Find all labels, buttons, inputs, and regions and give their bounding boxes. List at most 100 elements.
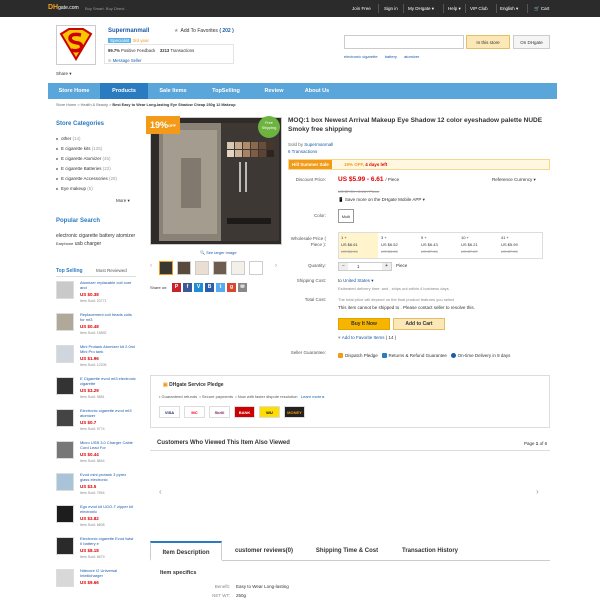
help-menu[interactable]: Help ▾	[448, 6, 461, 12]
tab-shipping-time[interactable]: Shipping Time & Cost	[306, 541, 388, 561]
reference-currency-select[interactable]: Reference Currency ▾	[492, 177, 536, 183]
popular-tag[interactable]: atomizer	[116, 233, 135, 239]
category-item[interactable]: E cigarette Accessories (29)	[56, 176, 117, 181]
popular-tag[interactable]: battery	[99, 233, 114, 239]
store-search-input[interactable]	[344, 35, 464, 49]
top-selling-item[interactable]: Evod mini protank 3 pyrex glass electron…	[56, 472, 136, 496]
color-option[interactable]: Multi	[338, 209, 354, 223]
top-selling-name[interactable]: E Cigarette evod mt3 electronic cigarett…	[80, 376, 136, 386]
category-item[interactable]: Eye makeup (5)	[56, 186, 93, 191]
top-selling-name[interactable]: Atomizer replacable coil core and	[80, 280, 136, 290]
top-selling-name[interactable]: Nitecore I2 Universal Intellicharger	[80, 568, 136, 578]
share-menu[interactable]: Share ▾	[56, 71, 72, 77]
add-store-favorite[interactable]: ★ Add To Favorites ( 202 )	[174, 28, 234, 34]
tab-transaction-history[interactable]: Transaction History	[390, 541, 470, 561]
search-in-store-button[interactable]: In this store	[466, 35, 510, 49]
category-item[interactable]: other (14)	[56, 136, 81, 141]
top-selling-item[interactable]: Electronic cigarette Evod twist II batte…	[56, 536, 136, 560]
top-selling-name[interactable]: Ego evod kit UGO-T zipper kit electronic	[80, 504, 136, 514]
thumb-prev-icon[interactable]: ‹	[150, 263, 152, 269]
top-selling-name[interactable]: Micro USB 3.0 Charger Cable Cord Lead Fo…	[80, 440, 136, 450]
my-dhgate-menu[interactable]: My DHgate ▾	[408, 6, 434, 12]
top-selling-item[interactable]: Electronic cigarette evod mt3 atomizer US…	[56, 408, 136, 432]
breadcrumb-link[interactable]: Store Home	[56, 103, 76, 107]
facebook-icon[interactable]: f	[183, 283, 192, 292]
join-free-link[interactable]: Join Free	[352, 6, 371, 11]
vk-icon[interactable]: V	[194, 283, 203, 292]
dhgate-logo[interactable]: DHgate.com	[48, 4, 79, 11]
top-selling-name[interactable]: Electronic cigarette evod mt3 atomizer	[80, 408, 136, 418]
categories-more-link[interactable]: More ▾	[116, 198, 130, 204]
quantity-increase-button[interactable]: +	[382, 263, 391, 270]
tab-item-description[interactable]: Item Description	[150, 541, 222, 561]
tab-most-reviewed[interactable]: Most Reviewed	[96, 268, 127, 273]
nav-store-home[interactable]: Store Home	[48, 83, 100, 99]
hot-search-link[interactable]: battery	[385, 54, 397, 59]
nav-products[interactable]: Products	[100, 83, 148, 99]
thumbnail[interactable]	[249, 261, 263, 275]
category-item[interactable]: E cigarette Atomizer (45)	[56, 156, 111, 161]
cart-link[interactable]: 🛒 Cart	[534, 6, 549, 12]
hot-search-link[interactable]: atomizer	[404, 54, 419, 59]
buy-now-button[interactable]: Buy It Now	[338, 318, 390, 330]
top-selling-item[interactable]: Atomizer replacable coil core and US $0.3…	[56, 280, 136, 304]
ship-to-select[interactable]: to United States ▾	[338, 278, 374, 284]
product-thumbnail[interactable]	[56, 281, 74, 299]
add-to-favorites-link[interactable]: ♥ Add to Favorite Items ( 14 )	[338, 335, 396, 340]
top-selling-name[interactable]: Evod mini protank 3 pyrex glass electron…	[80, 472, 136, 482]
store-name[interactable]: Supermanmall	[108, 28, 149, 34]
top-selling-item[interactable]: Micro USB 3.0 Charger Cable Cord Lead Fo…	[56, 440, 136, 464]
carousel-prev-icon[interactable]: ‹	[159, 487, 162, 496]
popular-tag[interactable]: electronic cigarette	[56, 233, 98, 239]
nav-about-us[interactable]: About Us	[294, 83, 340, 99]
product-thumbnail[interactable]	[56, 377, 74, 395]
email-icon[interactable]: ✉	[238, 283, 247, 292]
product-thumbnail[interactable]	[56, 569, 74, 587]
seller-link[interactable]: Supermanmall	[304, 142, 333, 147]
message-seller-link[interactable]: ✉ Message Seller	[108, 58, 142, 63]
vip-club-link[interactable]: VIP Club	[470, 6, 488, 11]
popular-tag[interactable]: charger	[84, 241, 101, 247]
language-menu[interactable]: English ▾	[500, 6, 518, 12]
pledge-learn-more-link[interactable]: Learn more ▸	[301, 394, 325, 399]
product-thumbnail[interactable]	[56, 537, 74, 555]
see-larger-image-link[interactable]: 🔍 See larger image	[200, 250, 237, 255]
popular-tag[interactable]: Earphone	[56, 241, 73, 246]
mobile-app-promo[interactable]: 📱 Save more on the DHgate Mobile APP ▾	[338, 197, 425, 203]
category-item[interactable]: E cigarette Batteries (22)	[56, 166, 111, 171]
transactions-link[interactable]: 6 Transactions	[288, 149, 317, 154]
top-selling-name[interactable]: Electronic cigarette Evod twist II batte…	[80, 536, 136, 546]
top-selling-item[interactable]: Nitecore I2 Universal Intellicharger US $…	[56, 568, 136, 592]
popular-tag[interactable]: usb	[75, 241, 83, 247]
top-selling-item[interactable]: E Cigarette evod mt3 electronic cigarett…	[56, 376, 136, 400]
product-thumbnail[interactable]	[56, 441, 74, 459]
tab-top-selling[interactable]: Top Selling	[56, 268, 83, 274]
thumbnail[interactable]	[177, 261, 191, 275]
quantity-input[interactable]: 1	[357, 264, 360, 269]
nav-topselling[interactable]: TopSelling	[198, 83, 254, 99]
thumbnail[interactable]	[231, 261, 245, 275]
thumbnail[interactable]	[159, 261, 173, 275]
product-thumbnail[interactable]	[56, 505, 74, 523]
thumb-next-icon[interactable]: ›	[275, 263, 277, 269]
search-on-dhgate-button[interactable]: On DHgate	[513, 35, 550, 49]
thumbnail[interactable]	[213, 261, 227, 275]
breadcrumb-link[interactable]: Health & Beauty	[81, 103, 108, 107]
quantity-decrease-button[interactable]: −	[339, 263, 348, 270]
tab-customer-reviews[interactable]: customer reviews(0)	[224, 541, 304, 561]
product-thumbnail[interactable]	[56, 313, 74, 331]
top-selling-name[interactable]: Replacement coil heads coils for mt3	[80, 312, 136, 322]
top-selling-item[interactable]: Replacement coil heads coils for mt3 US $…	[56, 312, 136, 336]
top-selling-item[interactable]: Mini Protank Atomizer kit 2.0ml Mini Pro…	[56, 344, 136, 368]
category-item[interactable]: E cigarette kits (125)	[56, 146, 102, 151]
product-thumbnail[interactable]	[56, 345, 74, 363]
top-selling-item[interactable]: Ego evod kit UGO-T zipper kit electronic…	[56, 504, 136, 528]
guarantee-refund[interactable]: Returns & Refund Guarantee	[381, 353, 447, 359]
nav-sale-items[interactable]: Sale Items	[148, 83, 198, 99]
pinterest-icon[interactable]: P	[172, 283, 181, 292]
product-thumbnail[interactable]	[56, 409, 74, 427]
top-selling-name[interactable]: Mini Protank Atomizer kit 2.0ml Mini Pro…	[80, 344, 136, 354]
product-thumbnail[interactable]	[56, 473, 74, 491]
sign-in-link[interactable]: Sign in	[384, 6, 398, 11]
thumbnail[interactable]	[195, 261, 209, 275]
